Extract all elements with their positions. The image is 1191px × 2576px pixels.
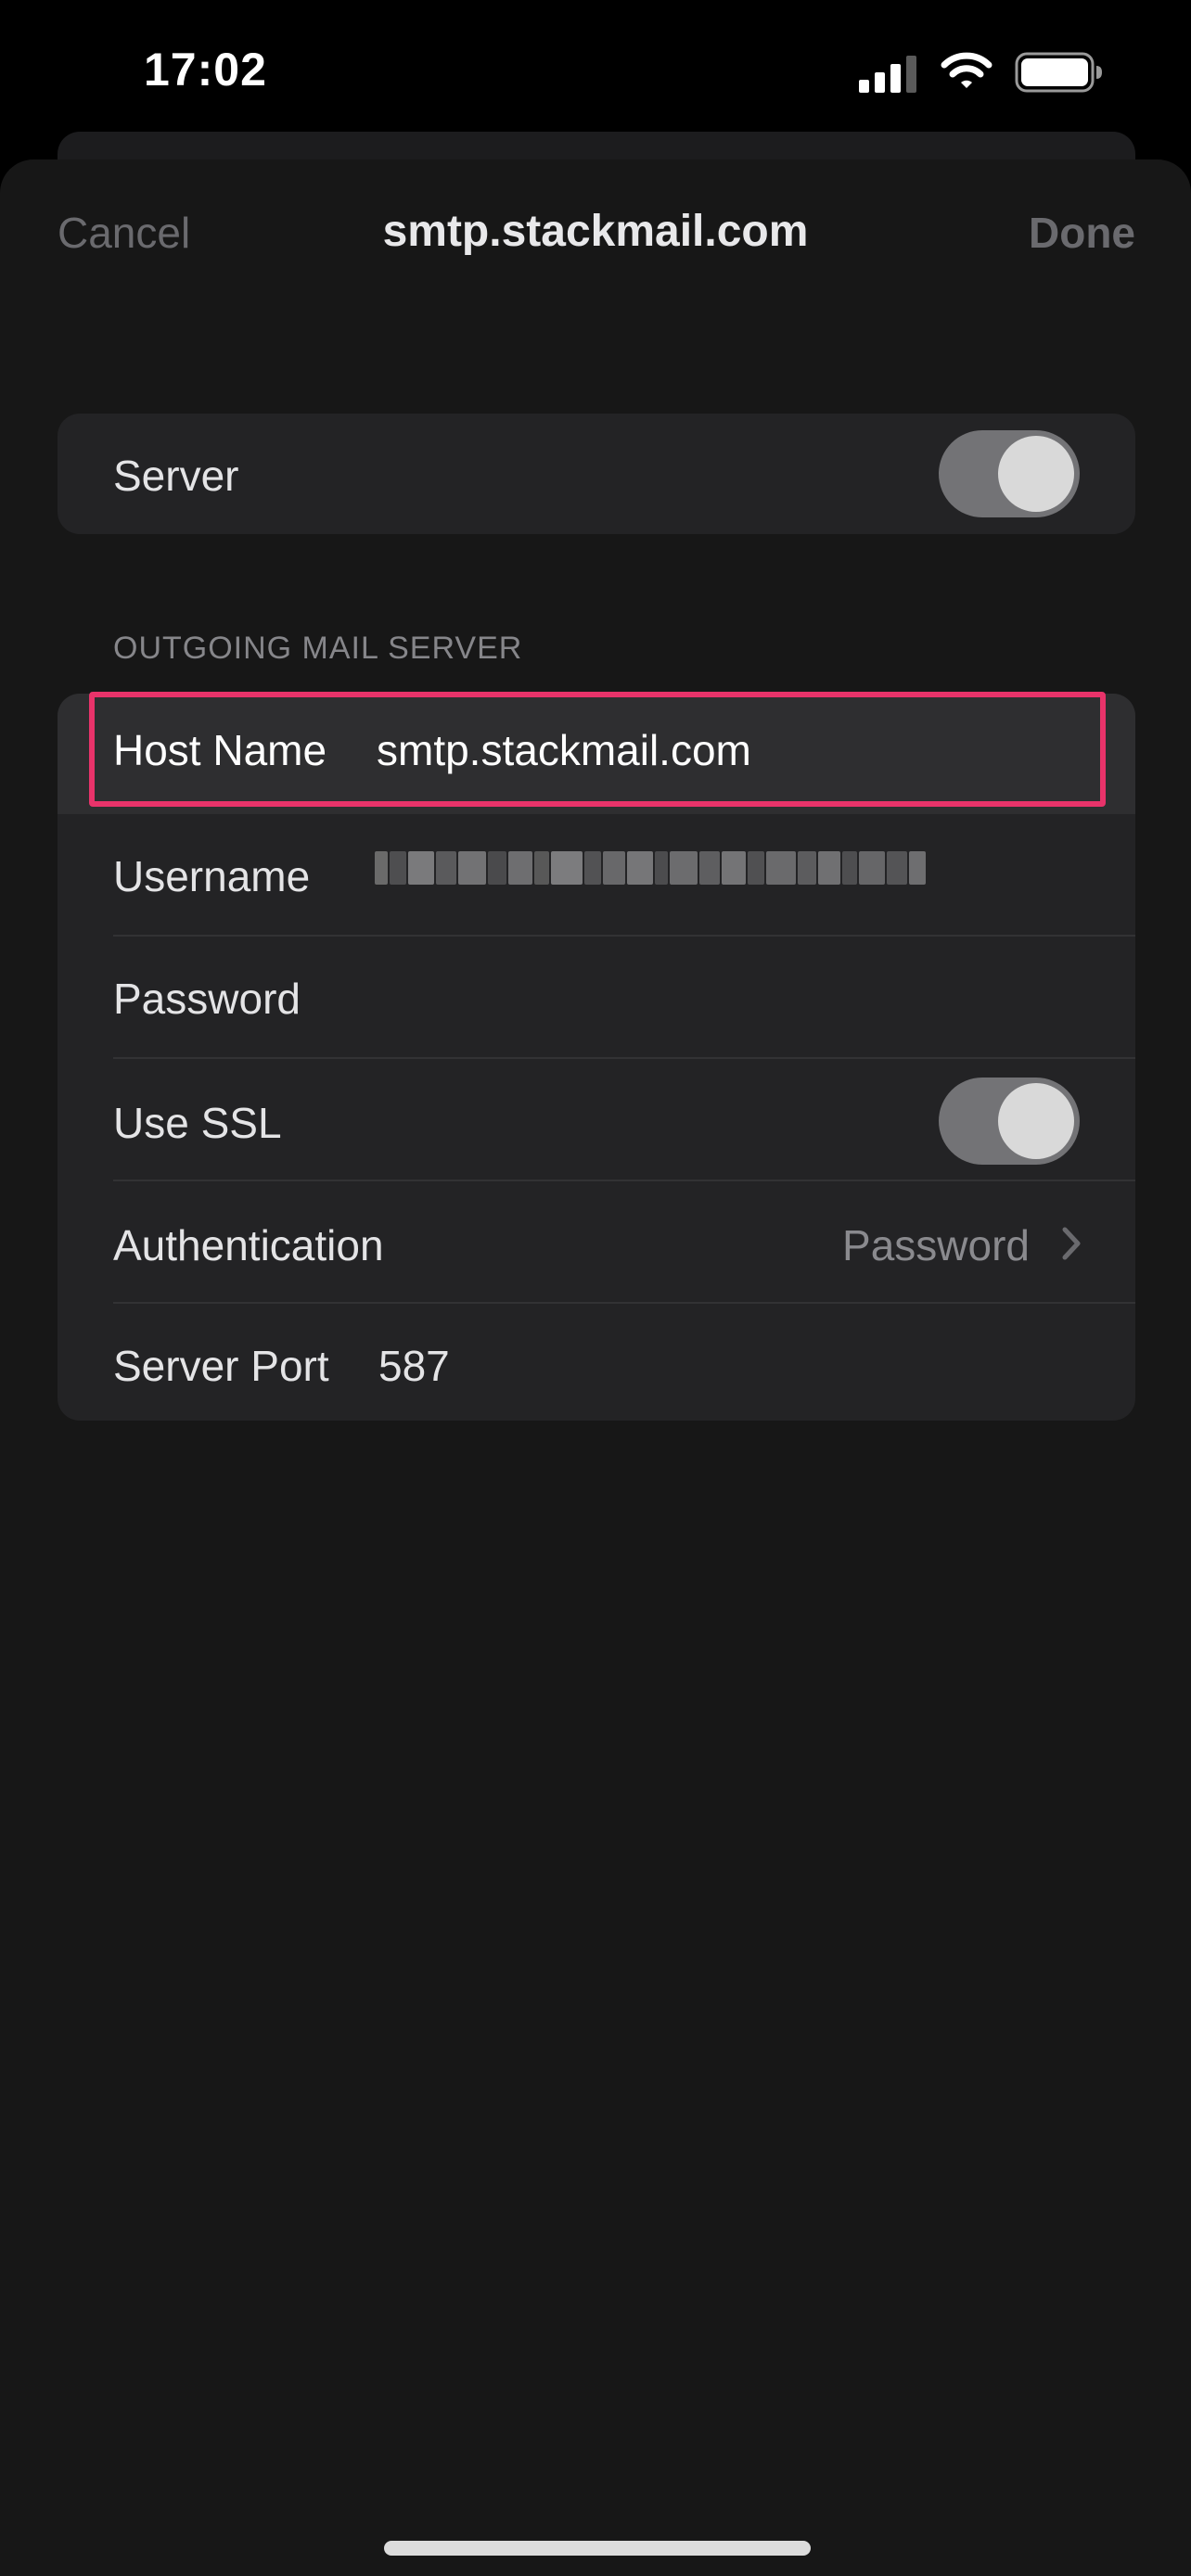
username-field-redacted[interactable]: [375, 842, 961, 894]
status-time: 17:02: [144, 44, 267, 96]
done-button[interactable]: Done: [1029, 208, 1135, 258]
use-ssl-row: Use SSL: [58, 1059, 1135, 1181]
authentication-label: Authentication: [113, 1221, 384, 1269]
server-toggle[interactable]: [939, 430, 1080, 517]
battery-icon: [1015, 52, 1102, 93]
password-label: Password: [113, 975, 301, 1023]
section-header-outgoing: OUTGOING MAIL SERVER: [113, 631, 523, 666]
host-name-highlight: [89, 692, 1106, 807]
server-label: Server: [113, 452, 239, 500]
server-port-label: Server Port: [113, 1342, 329, 1390]
nav-title: smtp.stackmail.com: [382, 207, 809, 256]
authentication-row[interactable]: Authentication Password: [58, 1181, 1135, 1304]
use-ssl-toggle[interactable]: [939, 1078, 1080, 1165]
status-bar: 17:02: [0, 0, 1191, 139]
use-ssl-label: Use SSL: [113, 1099, 282, 1147]
server-port-field[interactable]: 587: [378, 1341, 450, 1391]
signal-icon: [859, 56, 916, 93]
authentication-value: Password: [842, 1221, 1030, 1269]
home-indicator: [384, 2541, 811, 2556]
server-card: Server: [58, 414, 1135, 534]
server-row: Server: [58, 414, 1135, 534]
chevron-right-icon: [1062, 1227, 1081, 1260]
server-port-row[interactable]: Server Port 587: [58, 1304, 1135, 1421]
toggle-knob: [998, 1083, 1074, 1159]
wifi-icon: [941, 52, 992, 88]
toggle-knob: [998, 436, 1074, 512]
password-row[interactable]: Password: [58, 937, 1135, 1059]
username-label: Username: [113, 852, 311, 900]
